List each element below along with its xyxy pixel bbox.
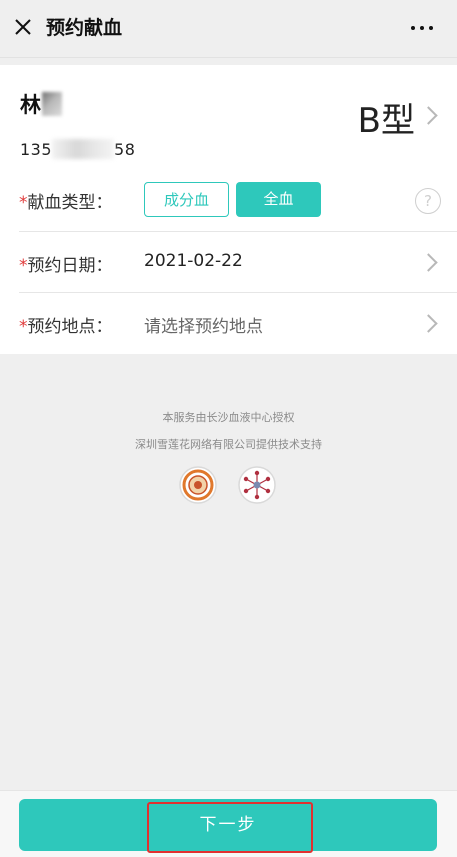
authorization-text: 本服务由长沙血液中心授权 — [162, 411, 295, 424]
bottom-action-bar: 下一步 — [0, 790, 457, 857]
date-value[interactable]: 2021-02-22 — [144, 251, 243, 271]
phone-prefix: 135 — [20, 140, 53, 159]
appointment-form-card: 林 135 58 B型 *献血类型： 成分血 全血 ? *预约日期： 2021-0… — [0, 65, 457, 354]
blood-type-chevron-right-icon[interactable] — [419, 106, 438, 125]
location-chevron-right-icon[interactable] — [419, 314, 438, 333]
more-dots-icon[interactable] — [409, 22, 435, 34]
date-label-text: 预约日期： — [27, 256, 113, 276]
close-icon[interactable] — [10, 14, 38, 42]
option-whole-blood-button[interactable]: 全血 — [236, 182, 321, 217]
date-label: *预约日期： — [19, 251, 113, 276]
page-title: 预约献血 — [46, 17, 123, 39]
location-label-text: 预约地点： — [27, 317, 113, 337]
user-name-text: 林 — [20, 93, 41, 117]
phone-mosaic — [52, 139, 115, 159]
row-divider — [19, 292, 457, 293]
top-navigation-bar: 预约献血 — [0, 0, 457, 58]
donation-type-label-text: 献血类型： — [27, 193, 113, 213]
red-highlight-box — [147, 802, 313, 853]
location-select[interactable]: 请选择预约地点 — [144, 312, 263, 337]
phone-suffix: 58 — [114, 140, 136, 159]
donation-type-label: *献血类型： — [19, 188, 113, 213]
option-component-blood-button[interactable]: 成分血 — [144, 182, 229, 217]
required-star: * — [19, 317, 28, 337]
tech-support-text: 深圳雪莲花网络有限公司提供技术支持 — [135, 438, 322, 451]
name-mosaic — [42, 92, 62, 116]
snow-lotus-logo — [238, 466, 276, 504]
next-step-button[interactable]: 下一步 — [19, 799, 437, 853]
user-phone: 135 58 — [20, 139, 135, 159]
blood-center-logo — [179, 466, 217, 504]
location-label: *预约地点： — [19, 312, 113, 337]
required-star: * — [19, 256, 28, 276]
required-star: * — [19, 193, 28, 213]
date-chevron-right-icon[interactable] — [419, 253, 438, 272]
blood-type-value[interactable]: B型 — [358, 93, 415, 142]
row-divider — [19, 231, 457, 232]
user-name: 林 — [20, 89, 62, 119]
question-circle-icon[interactable]: ? — [415, 188, 441, 214]
